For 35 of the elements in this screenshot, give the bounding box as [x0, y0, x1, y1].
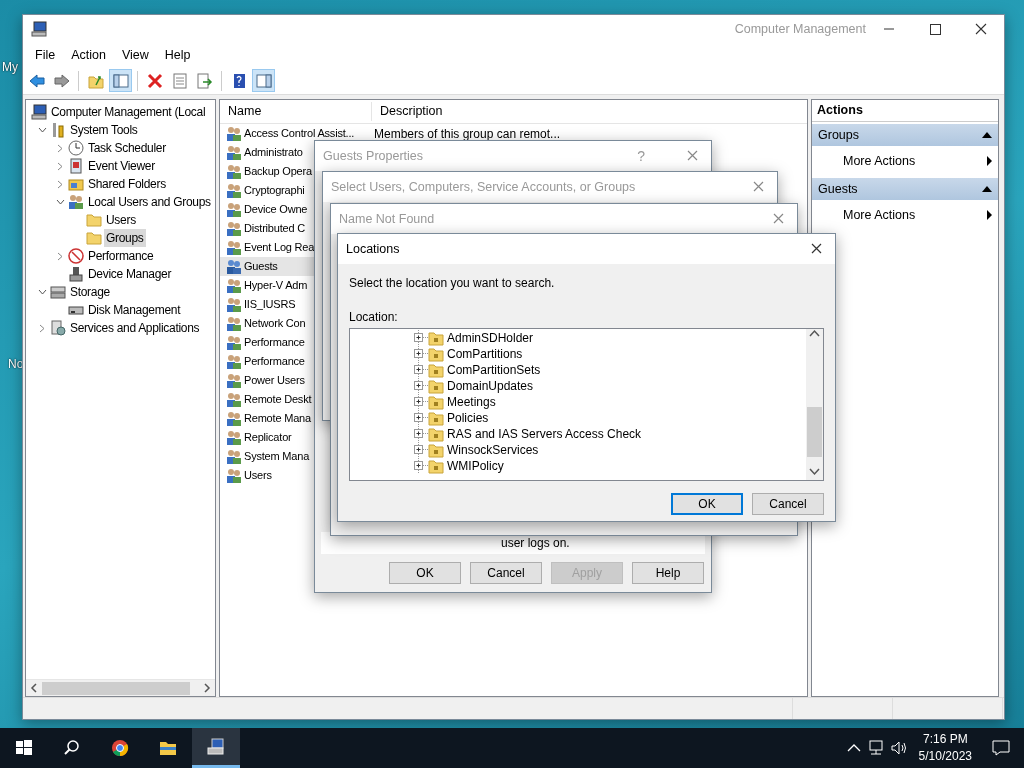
group-name: Power Users — [244, 373, 305, 389]
group-name: Performance — [244, 335, 305, 351]
group-name: Users — [244, 468, 272, 484]
dialog-title: Name Not Found — [339, 210, 436, 228]
group-name: Distributed C — [244, 221, 305, 237]
dialog-title: Select Users, Computers, Service Accounts, or Groups — [331, 178, 637, 196]
group-name: Access Control Assist... — [244, 126, 356, 142]
section-title: Guests — [818, 180, 859, 198]
clock-time: 7:16 PM — [921, 731, 969, 748]
group-name: Device Owne — [244, 202, 308, 218]
clock-date: 5/10/2023 — [918, 748, 972, 765]
action-label: More Actions — [843, 152, 917, 170]
group-name: Cryptographi — [244, 183, 305, 199]
group-name: Remote Mana — [244, 411, 311, 427]
action-label: More Actions — [843, 206, 917, 224]
field-label: Location: — [349, 309, 399, 326]
group-name: Hyper-V Adm — [244, 278, 308, 294]
group-name: IIS_IUSRS — [244, 297, 296, 313]
group-description: Members of this group can remot... — [374, 125, 561, 143]
group-name: Network Con — [244, 316, 306, 332]
section-title: Groups — [818, 126, 860, 144]
group-name: Performance — [244, 354, 305, 370]
group-name: Guests — [244, 259, 278, 275]
group-name: Backup Opera — [244, 164, 312, 180]
note-text: user logs on. — [501, 535, 570, 552]
window-title: Computer Management — [734, 20, 866, 38]
group-name: System Mana — [244, 449, 310, 465]
actions-header: Actions — [812, 100, 998, 122]
dialog-title: Locations — [346, 240, 401, 258]
prompt-text: Select the location you want to search. — [349, 275, 556, 292]
group-name: Remote Deskt — [244, 392, 312, 408]
dialog-title: Guests Properties — [323, 147, 425, 165]
group-name: Administrato — [244, 145, 303, 161]
group-name: Event Log Rea — [244, 240, 315, 256]
group-name: Replicator — [244, 430, 292, 446]
